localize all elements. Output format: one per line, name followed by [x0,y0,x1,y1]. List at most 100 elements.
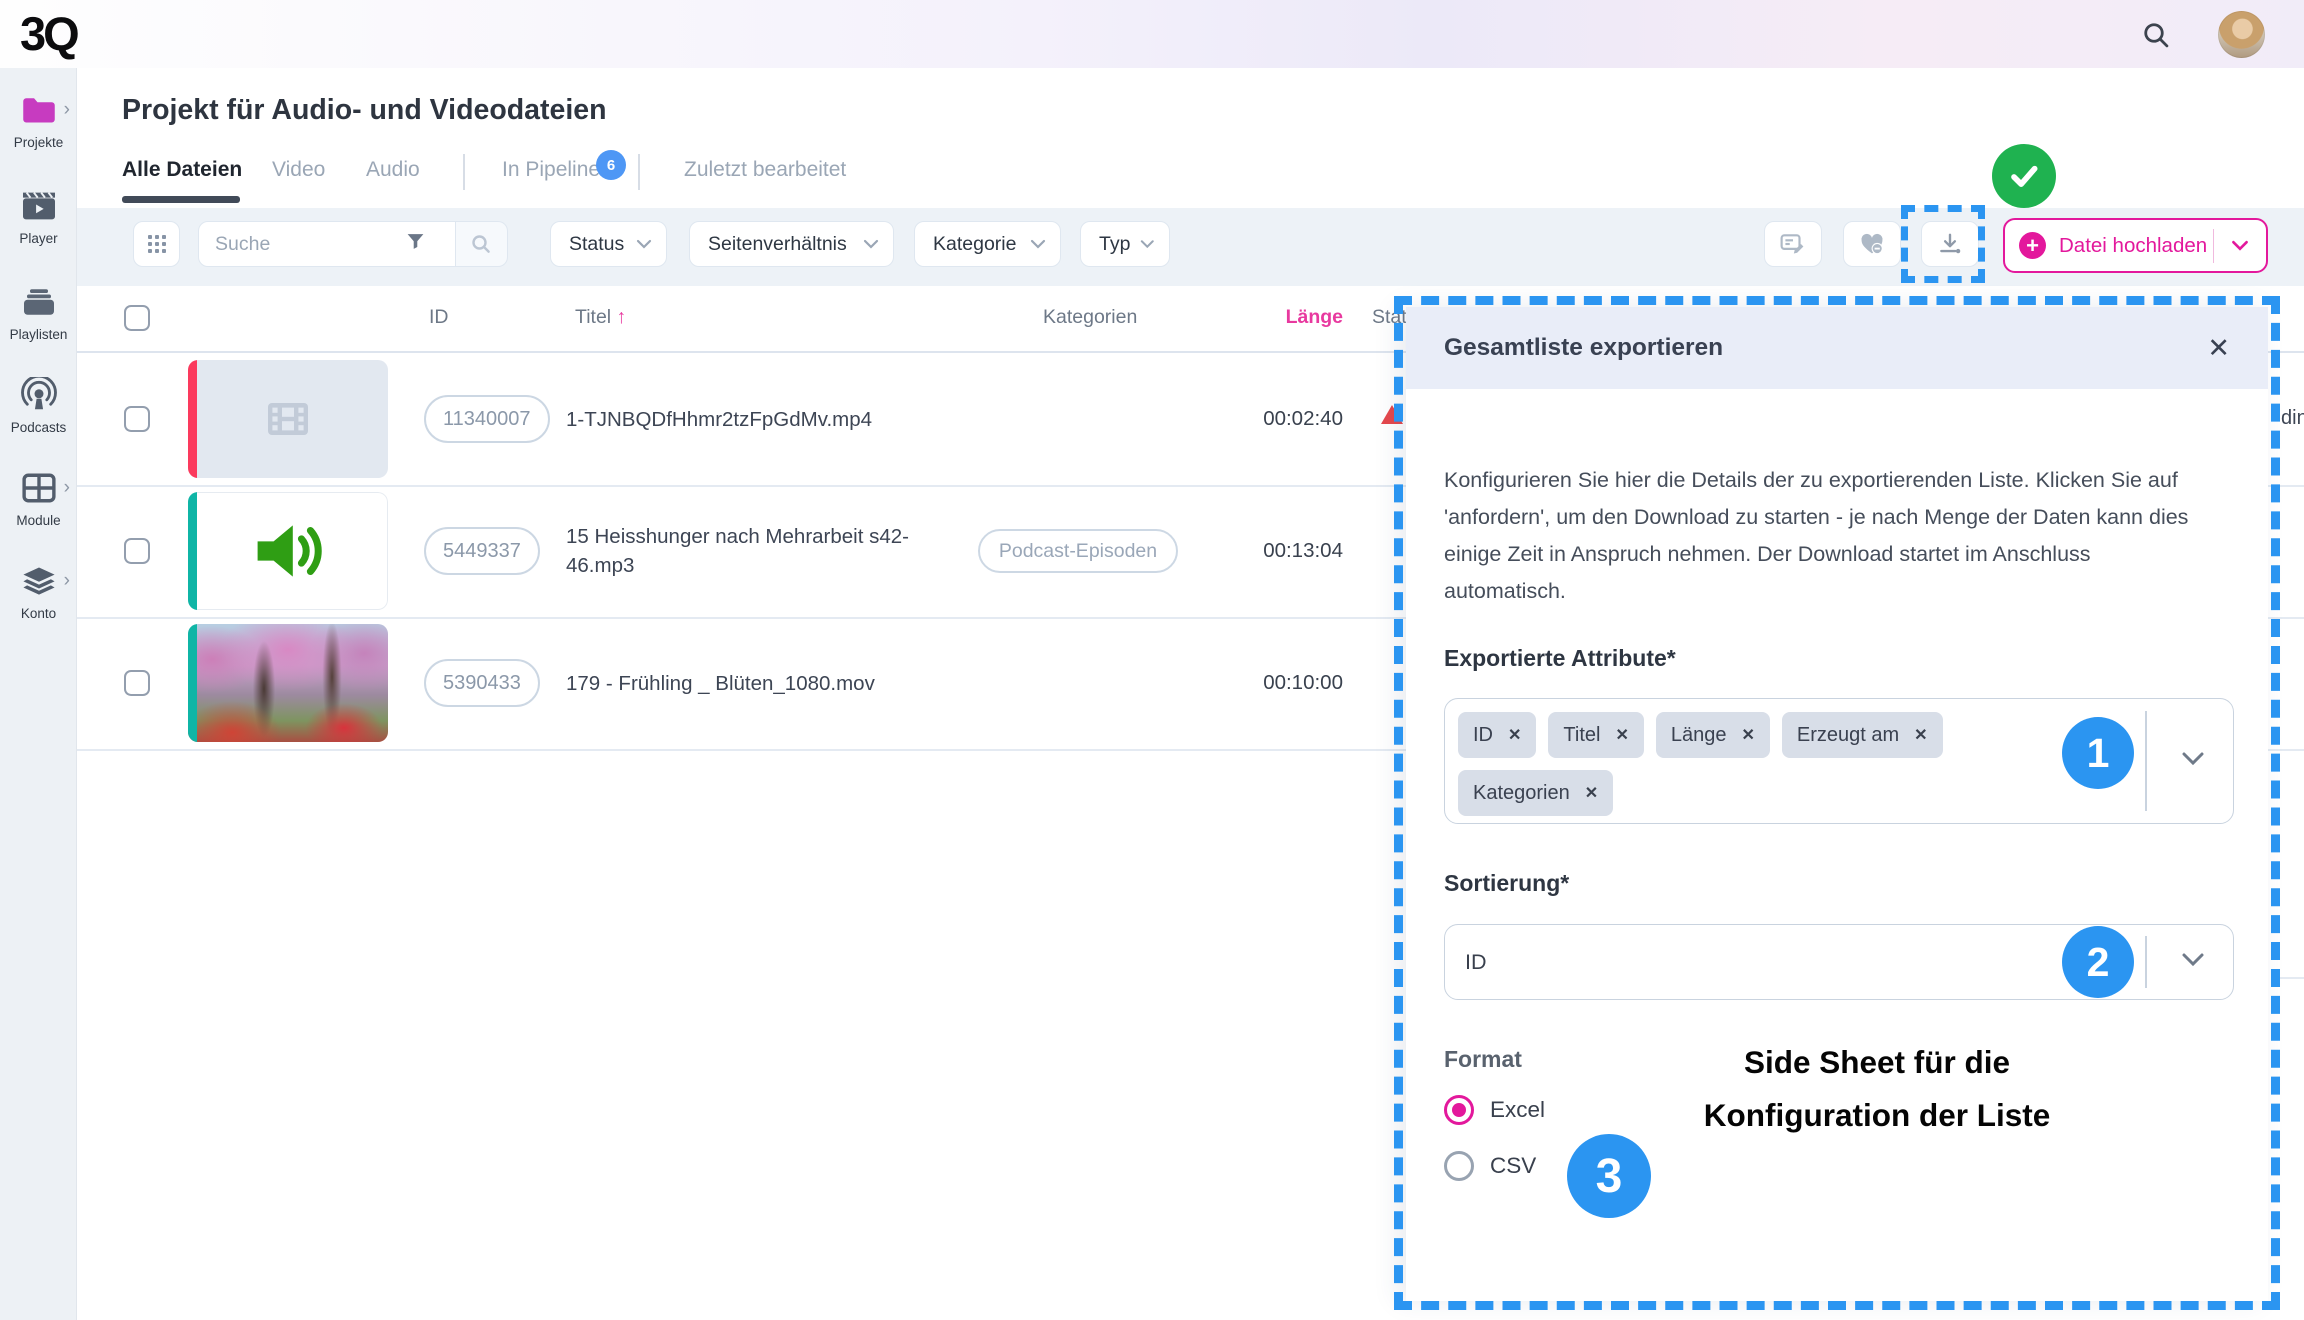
attributes-label: Exportierte Attribute* [1444,645,1676,672]
file-length: 00:02:40 [1143,353,1343,485]
radio-unselected-icon[interactable] [1444,1151,1474,1181]
file-length: 00:13:04 [1143,485,1343,617]
row-checkbox[interactable] [124,670,150,696]
attribute-chip[interactable]: Länge✕ [1656,712,1770,758]
grid-view-button[interactable] [133,221,180,267]
sidebar-item-konto[interactable]: Konto › [0,563,77,621]
active-tab-underline [122,196,240,203]
remove-icon[interactable]: ✕ [1585,783,1598,803]
status-accent-bar [188,360,197,478]
user-avatar[interactable] [2218,11,2265,58]
format-option-excel[interactable]: Excel [1444,1095,1545,1125]
film-icon [188,360,388,478]
status-warning-icon [1381,405,1403,424]
radio-selected-icon[interactable] [1444,1095,1474,1125]
sorting-label: Sortierung* [1444,870,1569,897]
file-title[interactable]: 1-TJNBQDfHhmr2tzFpGdMv.mp4 [566,353,918,485]
side-sheet-header: Gesamtliste exportieren ✕ [1406,307,2268,389]
favorite-remove-button[interactable] [1843,221,1901,267]
tab-zuletzt-bearbeitet[interactable]: Zuletzt bearbeitet [684,158,846,182]
playlist-icon [0,284,77,320]
audio-thumbnail[interactable] [188,492,388,610]
file-length: 00:10:00 [1143,617,1343,749]
attribute-chip[interactable]: Kategorien✕ [1458,770,1613,816]
column-header-laenge[interactable]: Länge [1143,306,1343,329]
tab-divider [638,154,640,190]
select-all-checkbox[interactable] [124,305,150,331]
search-icon[interactable] [2140,19,2172,56]
sort-ascending-icon: ↑ [617,306,627,328]
grid-icon [147,234,167,254]
app-window: 3Q Projekte › Player Playlisten [0,0,2304,1320]
tab-alle-dateien[interactable]: Alle Dateien [122,158,242,182]
column-header-id[interactable]: ID [429,306,449,329]
sorting-value: ID [1465,950,1487,975]
annotation-step-2: 2 [2062,926,2134,998]
sidebar-item-player[interactable]: Player [0,188,77,246]
filter-funnel-icon[interactable] [405,231,426,257]
row-checkbox[interactable] [124,406,150,432]
status-filter-dropdown[interactable]: Status [550,221,667,267]
remove-icon[interactable]: ✕ [1508,725,1521,745]
row-checkbox[interactable] [124,538,150,564]
search-field [198,221,456,267]
type-filter-dropdown[interactable]: Typ [1080,221,1170,267]
top-bar: 3Q [0,0,2304,68]
file-title[interactable]: 15 Heisshunger nach Mehrarbeit s42-46.mp… [566,485,918,617]
attribute-chip[interactable]: ID✕ [1458,712,1536,758]
chevron-down-icon [2231,240,2249,251]
column-header-kategorien[interactable]: Kategorien [1043,306,1137,329]
close-icon[interactable]: ✕ [2207,333,2230,364]
remove-icon[interactable]: ✕ [1741,725,1754,745]
export-description: Konfigurieren Sie hier die Details der z… [1444,462,2200,610]
bulk-edit-button[interactable] [1764,221,1822,267]
annotation-step-1: 1 [2062,717,2134,789]
chevron-down-icon[interactable] [2181,751,2205,771]
format-label: Format [1444,1046,1522,1073]
annotation-note: Side Sheet für die Konfiguration der Lis… [1642,1036,2112,1142]
search-input[interactable] [215,233,405,256]
remove-icon[interactable]: ✕ [1914,725,1927,745]
annotation-check-icon [1992,144,2056,208]
podcast-icon [0,377,77,413]
sidebar-item-podcasts[interactable]: Podcasts [0,377,77,435]
file-title[interactable]: 179 - Frühling _ Blüten_1080.mov [566,617,918,749]
remove-icon[interactable]: ✕ [1615,725,1628,745]
aspect-ratio-filter-dropdown[interactable]: Seitenverhältnis [689,221,894,267]
status-accent-bar [188,492,197,610]
upload-file-button[interactable]: + Datei hochladen [2003,218,2268,273]
sidebar: Projekte › Player Playlisten Podcas [0,68,77,1320]
upload-file-label: Datei hochladen [2059,234,2213,258]
sidebar-item-module[interactable]: Module › [0,470,77,528]
upload-options-toggle[interactable] [2214,240,2266,251]
tab-divider [463,154,465,190]
column-header-titel[interactable]: Titel ↑ [575,306,626,329]
format-option-csv[interactable]: CSV [1444,1151,1536,1181]
side-sheet-title: Gesamtliste exportieren [1444,334,1723,362]
status-accent-bar [188,624,197,742]
plus-circle-icon: + [2019,232,2046,259]
chevron-down-icon [1030,239,1046,249]
attribute-chip[interactable]: Titel✕ [1548,712,1643,758]
file-id-badge: 11340007 [424,395,550,443]
clipped-cell-text: ding [2281,407,2304,430]
sidebar-item-playlisten[interactable]: Playlisten [0,284,77,342]
attribute-chip[interactable]: Erzeugt am✕ [1782,712,1943,758]
tab-video[interactable]: Video [272,158,325,182]
tab-in-pipeline[interactable]: In Pipeline [502,158,600,182]
brand-logo: 3Q [20,6,77,61]
image-thumbnail[interactable] [188,624,388,742]
heart-minus-icon [1859,232,1885,256]
chevron-down-icon[interactable] [2181,952,2205,972]
video-thumbnail[interactable] [188,360,388,478]
chevron-right-icon: › [64,571,70,590]
sidebar-item-projekte[interactable]: Projekte › [0,92,77,150]
category-filter-dropdown[interactable]: Kategorie [914,221,1061,267]
page-title: Projekt für Audio- und Videodateien [122,94,607,127]
chevron-right-icon: › [64,100,70,119]
chevron-down-icon [636,239,652,249]
file-id-badge: 5449337 [424,527,540,575]
search-submit-button[interactable] [456,221,508,267]
tab-audio[interactable]: Audio [366,158,420,182]
pipeline-count-badge: 6 [596,150,626,180]
